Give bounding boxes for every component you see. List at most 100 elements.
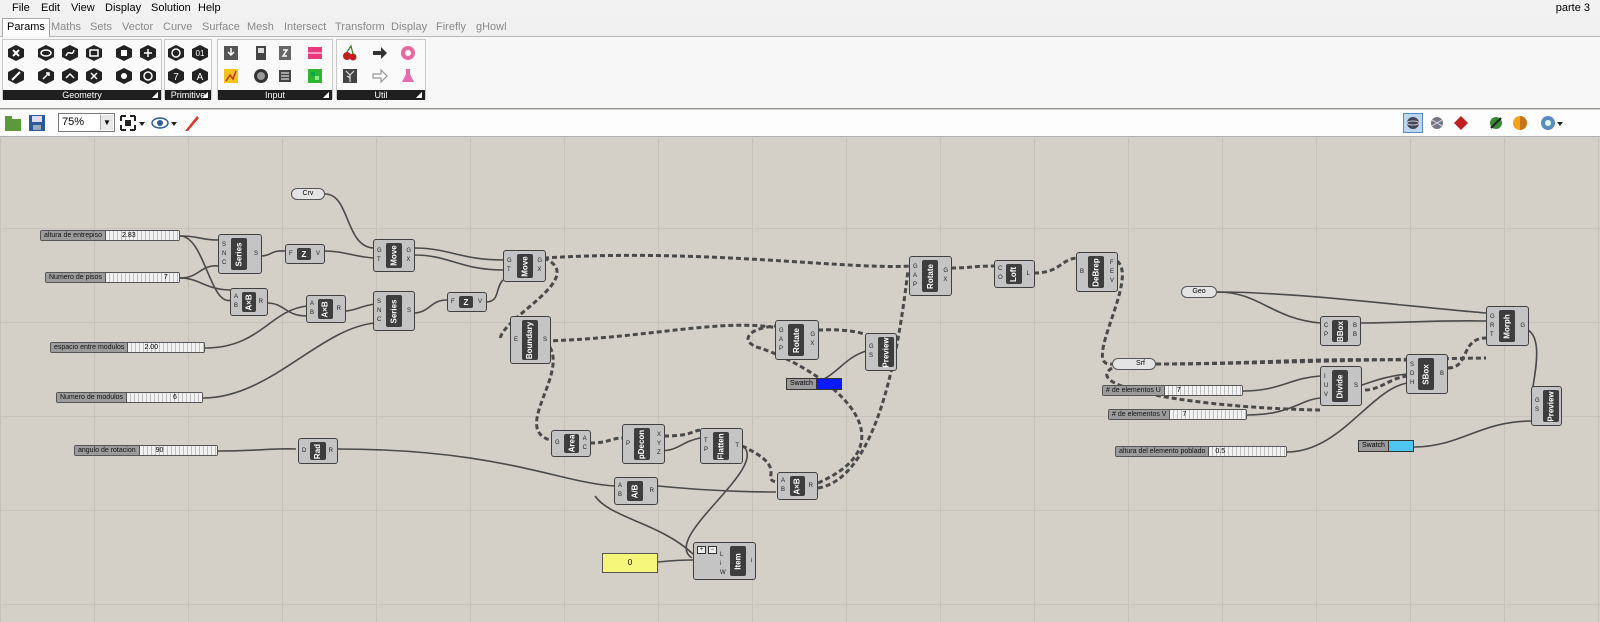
sbox-component[interactable]: SDH SBox B <box>1406 354 1448 394</box>
preview-component-2[interactable]: GS Preview <box>1531 386 1562 426</box>
sketch-pen-icon[interactable] <box>182 113 202 133</box>
slider-altura-elemento[interactable]: altura del elemento poblado 0.5 <box>1115 446 1287 457</box>
image-sampler-icon[interactable] <box>305 66 325 86</box>
crv-param[interactable]: Crv <box>291 188 325 200</box>
loft-component[interactable]: CO Loft L <box>994 260 1035 288</box>
gradient-icon[interactable] <box>305 43 325 63</box>
brep-param-icon[interactable] <box>114 43 134 63</box>
vector-param-icon[interactable] <box>36 66 56 86</box>
definition-canvas[interactable]: altura de entrepiso 2.83 Numero de pisos 7… <box>0 138 1600 622</box>
input-group-label[interactable]: Input ◢ <box>218 90 332 100</box>
multiply-component-1[interactable]: AB A×B R <box>230 288 268 316</box>
bbox-component[interactable]: CP BBox BB <box>1320 316 1361 346</box>
zoom-extents-icon[interactable] <box>118 113 138 133</box>
remove-input-icon[interactable]: − <box>708 546 717 554</box>
chevron-down-icon[interactable] <box>138 114 146 134</box>
menu-display[interactable]: Display <box>105 2 141 14</box>
rotate-component-1[interactable]: GAP Rotate GX <box>775 320 819 360</box>
bake-icon[interactable] <box>1486 113 1506 133</box>
menu-view[interactable]: View <box>71 2 95 14</box>
control-knob-icon[interactable] <box>251 66 271 86</box>
multiply-component-2[interactable]: AB A×B R <box>306 295 346 323</box>
menu-help[interactable]: Help <box>198 2 221 14</box>
swatch-color[interactable] <box>816 379 841 389</box>
preview-eye-icon[interactable] <box>150 113 170 133</box>
util-group-label[interactable]: Util ◢ <box>337 90 425 100</box>
slider-espacio-modulos[interactable]: espacio entre modulos 2.00 <box>50 342 205 353</box>
save-file-icon[interactable] <box>27 113 47 133</box>
chevron-down-icon[interactable] <box>1556 114 1564 134</box>
rad-component[interactable]: D Rad R <box>298 438 338 464</box>
add-input-icon[interactable]: + <box>697 546 706 554</box>
tab-surface[interactable]: Surface <box>202 21 240 33</box>
tab-maths[interactable]: Maths <box>51 21 81 33</box>
slider-elementos-u[interactable]: # de elementos U7 <box>1102 385 1243 396</box>
display-options-icon[interactable] <box>1538 113 1558 133</box>
multiply-component-3[interactable]: AB A×B R <box>777 472 818 500</box>
material-icon[interactable] <box>1510 113 1530 133</box>
pdecon-component[interactable]: P pDecon XYZ <box>622 424 665 464</box>
flatten-component[interactable]: TP Flatten T <box>700 428 743 464</box>
tab-ghowl[interactable]: gHowl <box>476 21 507 33</box>
tab-sets[interactable]: Sets <box>90 21 112 33</box>
move-component-1[interactable]: GT Move GX <box>373 239 415 272</box>
slider-altura-entrepiso[interactable]: altura de entrepiso 2.83 <box>40 230 180 241</box>
panel-note[interactable]: 0 <box>602 553 658 573</box>
plane-param-icon[interactable] <box>60 66 80 86</box>
debrep-component[interactable]: B DeBrep FEV <box>1076 252 1118 292</box>
boolean-param-icon[interactable] <box>166 43 186 63</box>
boundary-component[interactable]: E Boundary S <box>510 316 551 364</box>
divide-surface-component[interactable]: IUV Divide S <box>1320 366 1362 406</box>
menu-edit[interactable]: Edit <box>41 2 60 14</box>
area-component[interactable]: G Area AC <box>551 430 591 457</box>
slider-value[interactable]: 2.00 <box>128 343 204 352</box>
slider-value[interactable]: 7 <box>1164 386 1242 395</box>
menu-file[interactable]: File <box>12 2 30 14</box>
curve-param-icon[interactable] <box>60 43 80 63</box>
menu-solution[interactable]: Solution <box>151 2 191 14</box>
primitive-group-label[interactable]: Primitive ◢ <box>165 90 211 100</box>
slider-elementos-v[interactable]: # de elementos V7 <box>1108 409 1247 420</box>
tab-mesh[interactable]: Mesh <box>247 21 274 33</box>
preview-selected-icon[interactable] <box>1451 113 1471 133</box>
cherry-picker-icon[interactable] <box>340 43 360 63</box>
z-component-2[interactable]: F Z V <box>447 292 487 312</box>
slider-value[interactable]: 2.83 <box>105 231 179 240</box>
tab-intersect[interactable]: Intersect <box>284 21 326 33</box>
z-component-1[interactable]: F Z V <box>285 244 325 264</box>
tab-vector[interactable]: Vector <box>122 21 153 33</box>
slider-value[interactable]: 90 <box>139 446 217 455</box>
tab-display[interactable]: Display <box>391 21 427 33</box>
swatch-blue[interactable]: Swatch <box>786 378 842 390</box>
value-list-icon[interactable] <box>275 66 295 86</box>
line-param-icon[interactable] <box>6 66 26 86</box>
box-param-icon[interactable] <box>6 43 26 63</box>
circle-param-icon[interactable] <box>36 43 56 63</box>
data-input-icon[interactable] <box>370 66 390 86</box>
preview-component-1[interactable]: GS Preview <box>865 333 897 371</box>
slider-value[interactable]: 6 <box>127 393 202 402</box>
tab-transform[interactable]: Transform <box>335 21 385 33</box>
divide-ab-component[interactable]: AB A/B R <box>614 477 658 505</box>
mesh-param-icon[interactable] <box>138 43 158 63</box>
button-input-icon[interactable] <box>275 43 295 63</box>
text-param-icon[interactable]: A <box>190 66 210 86</box>
swatch-cyan[interactable]: Swatch <box>1358 440 1414 452</box>
tab-firefly[interactable]: Firefly <box>436 21 466 33</box>
rotate-component-2[interactable]: GAP Rotate GX <box>909 256 952 296</box>
open-file-icon[interactable] <box>3 113 23 133</box>
import-icon[interactable] <box>221 43 241 63</box>
integer-param-icon[interactable]: 01 <box>190 43 210 63</box>
slider-numero-pisos[interactable]: Numero de pisos 7 <box>45 272 180 283</box>
slider-value[interactable]: 0.5 <box>1209 447 1286 456</box>
chevron-down-icon[interactable] <box>170 114 178 134</box>
number-param-icon[interactable]: 7 <box>166 66 186 86</box>
graph-mapper-icon[interactable] <box>221 66 241 86</box>
item-component[interactable]: + − LiW Item i <box>693 542 756 580</box>
move-component-2[interactable]: GT Move GX <box>503 250 546 282</box>
galapagos-icon[interactable] <box>398 43 418 63</box>
zoom-level-select[interactable]: 75% ▼ <box>58 113 115 132</box>
srf-param[interactable]: Srf <box>1112 358 1156 370</box>
slider-angulo-rotacion[interactable]: angulo de rotacion 90 <box>74 445 218 456</box>
group-param-icon[interactable] <box>114 66 134 86</box>
